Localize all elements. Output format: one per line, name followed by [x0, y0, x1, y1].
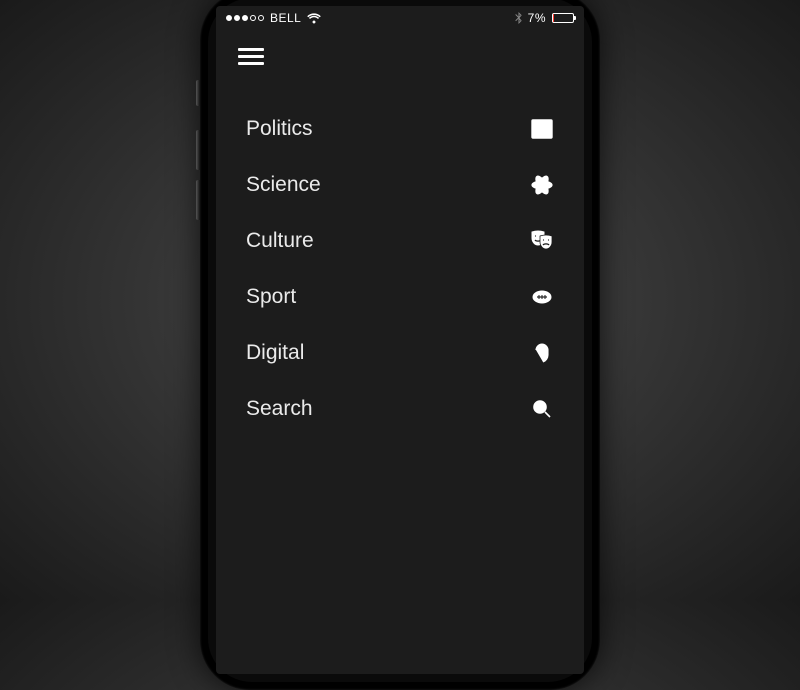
menu-item-digital[interactable]: Digital: [246, 325, 554, 381]
carrier-label: BELL: [270, 11, 301, 25]
mute-switch: [196, 80, 200, 106]
atom-icon: [530, 173, 554, 197]
menu-item-label: Science: [246, 173, 321, 197]
menu-item-sport[interactable]: Sport: [246, 269, 554, 325]
fingerprint-icon: [530, 341, 554, 365]
status-bar: BELL 7%: [216, 6, 584, 30]
screen: BELL 7%: [216, 6, 584, 674]
menu-item-science[interactable]: Science: [246, 157, 554, 213]
app-header: [216, 30, 584, 77]
signal-strength-icon: [226, 15, 264, 21]
volume-down-button: [196, 180, 200, 220]
menu-item-label: Digital: [246, 341, 304, 365]
phone-frame: BELL 7%: [200, 0, 600, 690]
volume-up-button: [196, 130, 200, 170]
menu-item-label: Search: [246, 397, 313, 421]
newspaper-icon: [530, 117, 554, 141]
hamburger-menu-icon[interactable]: [238, 48, 264, 65]
menu-item-label: Culture: [246, 229, 314, 253]
menu-item-label: Politics: [246, 117, 313, 141]
football-icon: [530, 285, 554, 309]
theater-masks-icon: [530, 229, 554, 253]
search-icon: [530, 397, 554, 421]
navigation-menu: Politics Science Culture: [216, 77, 584, 437]
battery-fill: [553, 14, 554, 22]
wifi-icon: [307, 13, 321, 24]
menu-item-search[interactable]: Search: [246, 381, 554, 437]
menu-item-culture[interactable]: Culture: [246, 213, 554, 269]
battery-percent-label: 7%: [528, 11, 546, 25]
menu-item-label: Sport: [246, 285, 296, 309]
bluetooth-icon: [515, 12, 522, 24]
menu-item-politics[interactable]: Politics: [246, 101, 554, 157]
battery-icon: [552, 13, 574, 23]
